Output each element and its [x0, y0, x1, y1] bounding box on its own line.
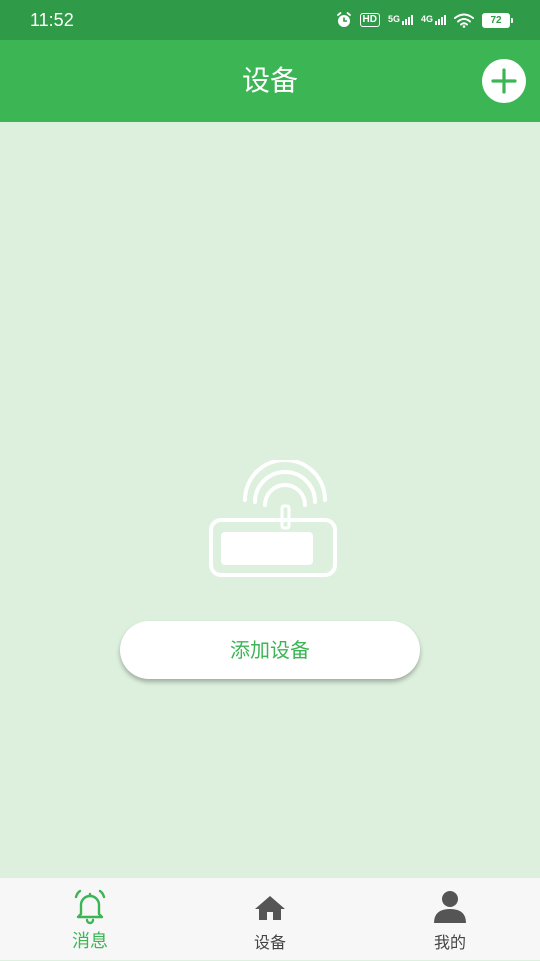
battery-icon: 72: [482, 12, 513, 28]
bottom-nav: 消息 设备 我的: [0, 877, 540, 960]
signal-bars-1: [401, 15, 413, 25]
signal-5g-icon: 5G: [388, 15, 413, 25]
signal-bars-2: [435, 15, 446, 25]
plus-icon: [491, 68, 517, 94]
router-wifi-icon: [209, 460, 337, 577]
add-device-button[interactable]: 添加设备: [120, 621, 420, 679]
nav-label-devices: 设备: [253, 933, 286, 952]
user-icon: [434, 891, 466, 923]
app-bar: 设备: [0, 40, 540, 122]
nav-item-devices[interactable]: 设备: [210, 878, 330, 961]
status-icons: HD 5G 4G 72: [336, 12, 513, 28]
nav-label-mine: 我的: [433, 933, 466, 952]
network-2-label: 4G: [420, 14, 433, 24]
page-title: 设备: [241, 64, 298, 97]
status-bar: 11:52 HD 5G 4G 72: [0, 0, 540, 40]
signal-4g-icon: 4G: [421, 15, 446, 25]
nav-label-messages: 消息: [72, 931, 108, 952]
device-list-empty-state: 添加设备: [0, 122, 540, 877]
network-1-label: 5G: [387, 14, 400, 24]
status-time: 11:52: [30, 9, 74, 30]
hd-icon: HD: [359, 13, 380, 27]
alarm-icon: [336, 12, 352, 28]
wifi-icon: [454, 13, 474, 28]
bell-icon: [74, 889, 106, 925]
nav-item-mine[interactable]: 我的: [390, 878, 510, 961]
add-device-top-button[interactable]: [482, 59, 526, 103]
home-icon: [255, 896, 285, 920]
nav-item-messages[interactable]: 消息: [30, 878, 150, 961]
